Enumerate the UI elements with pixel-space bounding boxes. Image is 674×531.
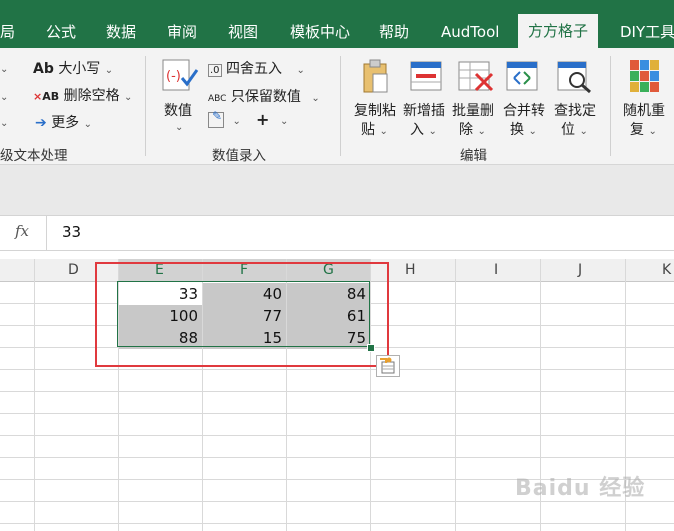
insert-button-line2[interactable]: 入 ⌄: [410, 119, 437, 139]
formula-bar: fx 33: [0, 215, 674, 251]
random-repeat-button-line2[interactable]: 复 ⌄: [630, 119, 657, 139]
arrow-right-icon: ➔: [35, 115, 47, 131]
chevron-down-icon: ⌄: [83, 119, 93, 130]
abc-icon: ABC: [208, 94, 227, 104]
round-button[interactable]: .0 四舍五入 ⌄: [208, 58, 305, 78]
case-button[interactable]: Ab 大小写 ⌄: [33, 58, 113, 78]
find-locate-icon: [557, 60, 593, 94]
chevron-down-icon: ⌄: [280, 116, 289, 127]
insert-button[interactable]: 新增插: [403, 100, 445, 120]
column-header-i[interactable]: I: [494, 262, 498, 278]
more-button[interactable]: ➔ 更多 ⌄: [35, 112, 92, 132]
tab-data[interactable]: 数据: [106, 16, 136, 48]
value-button[interactable]: 数值: [164, 100, 192, 120]
group-separator: [340, 56, 341, 156]
tab-review[interactable]: 审阅: [167, 16, 197, 48]
remove-space-label: 删除空格: [63, 88, 120, 104]
group-label-edit: 编辑: [460, 148, 487, 164]
group-separator: [610, 56, 611, 156]
column-header-d[interactable]: D: [68, 262, 79, 278]
group-separator: [145, 56, 146, 156]
chevron-down-icon: ⌄: [648, 126, 657, 137]
ribbon-body: ⌄ ⌄ ⌄ Ab 大小写 ⌄ ×AB 删除空格 ⌄ ➔ 更多 ⌄ 级文本处理 (…: [0, 48, 674, 165]
chevron-down-icon: ⌄: [175, 122, 184, 133]
tab-help[interactable]: 帮助: [379, 16, 409, 48]
annotation-highlight-box: [95, 262, 389, 367]
tab-view[interactable]: 视图: [228, 16, 258, 48]
merge-convert-icon: [506, 60, 540, 92]
tab-diy-tools[interactable]: DIY工具: [620, 16, 674, 48]
value-icon: (-): [160, 58, 200, 94]
svg-text:(-): (-): [166, 69, 181, 84]
chevron-down-icon: ⌄: [379, 126, 388, 137]
group-label-number: 数值录入: [212, 148, 266, 164]
ribbon-tab-bar: 局 公式 数据 审阅 视图 模板中心 帮助 AudTool 方方格子 DIY工具: [0, 0, 674, 48]
chevron-down-icon: ⌄: [296, 65, 305, 76]
case-label: 大小写: [58, 61, 101, 77]
plus-icon[interactable]: +: [256, 110, 269, 129]
round-label: 四舍五入: [226, 61, 282, 77]
find-locate-button[interactable]: 查找定: [554, 100, 596, 120]
fx-icon[interactable]: fx: [15, 222, 29, 240]
baidu-watermark: Baidu 经验: [515, 476, 646, 501]
random-repeat-button[interactable]: 随机重: [623, 100, 665, 120]
batch-delete-button-line2[interactable]: 除 ⌄: [459, 119, 486, 139]
chevron-down-icon: ⌄: [477, 126, 486, 137]
column-header-j[interactable]: J: [578, 262, 582, 278]
random-repeat-icon: [629, 58, 661, 94]
column-header-h[interactable]: H: [405, 262, 416, 278]
tab-audtool[interactable]: AudTool: [441, 16, 499, 48]
column-header-k[interactable]: K: [662, 262, 671, 278]
chevron-down-icon: ⌄: [311, 93, 320, 104]
chevron-down-icon: ⌄: [0, 92, 9, 103]
tab-template-center[interactable]: 模板中心: [290, 16, 350, 48]
keep-value-label: 只保留数值: [230, 89, 301, 105]
remove-space-icon: ×AB: [33, 90, 60, 103]
quick-analysis-icon[interactable]: [376, 355, 400, 377]
chevron-down-icon: ⌄: [104, 65, 114, 76]
tab-formulas[interactable]: 公式: [46, 16, 76, 48]
keep-value-button[interactable]: ABC 只保留数值 ⌄: [208, 86, 320, 106]
batch-delete-button[interactable]: 批量删: [452, 100, 494, 120]
chevron-down-icon: ⌄: [579, 126, 588, 137]
chevron-down-icon: ⌄: [0, 64, 9, 75]
ribbon-gap: [0, 165, 674, 215]
ab-icon: Ab: [33, 61, 54, 77]
chevron-down-icon: ⌄: [232, 116, 241, 127]
fx-button-container: fx: [0, 216, 47, 250]
find-locate-button-line2[interactable]: 位 ⌄: [561, 119, 588, 139]
formula-input[interactable]: 33: [62, 223, 81, 241]
batch-delete-icon: [458, 60, 494, 92]
pencil-icon: ✎: [208, 109, 224, 128]
merge-convert-button[interactable]: 合并转: [503, 100, 545, 120]
copy-paste-button[interactable]: 复制粘: [354, 100, 396, 120]
chevron-down-icon: ⌄: [428, 126, 437, 137]
chevron-down-icon: ⌄: [528, 126, 537, 137]
group-label-text: 级文本处理: [0, 148, 68, 164]
clipboard-icon: [361, 58, 391, 94]
round-icon: .0: [208, 64, 222, 77]
chevron-down-icon: ⌄: [124, 92, 133, 103]
edit-number-button[interactable]: ✎ ⌄: [208, 109, 241, 128]
tab-fangfang-gezi[interactable]: 方方格子: [518, 14, 599, 48]
insert-rows-icon: [410, 60, 442, 92]
tab-layout[interactable]: 局: [0, 16, 15, 48]
more-label: 更多: [51, 115, 80, 131]
copy-paste-button-line2[interactable]: 贴 ⌄: [361, 119, 388, 139]
merge-convert-button-line2[interactable]: 换 ⌄: [510, 119, 537, 139]
remove-space-button[interactable]: ×AB 删除空格 ⌄: [33, 85, 132, 105]
chevron-down-icon: ⌄: [0, 118, 9, 129]
